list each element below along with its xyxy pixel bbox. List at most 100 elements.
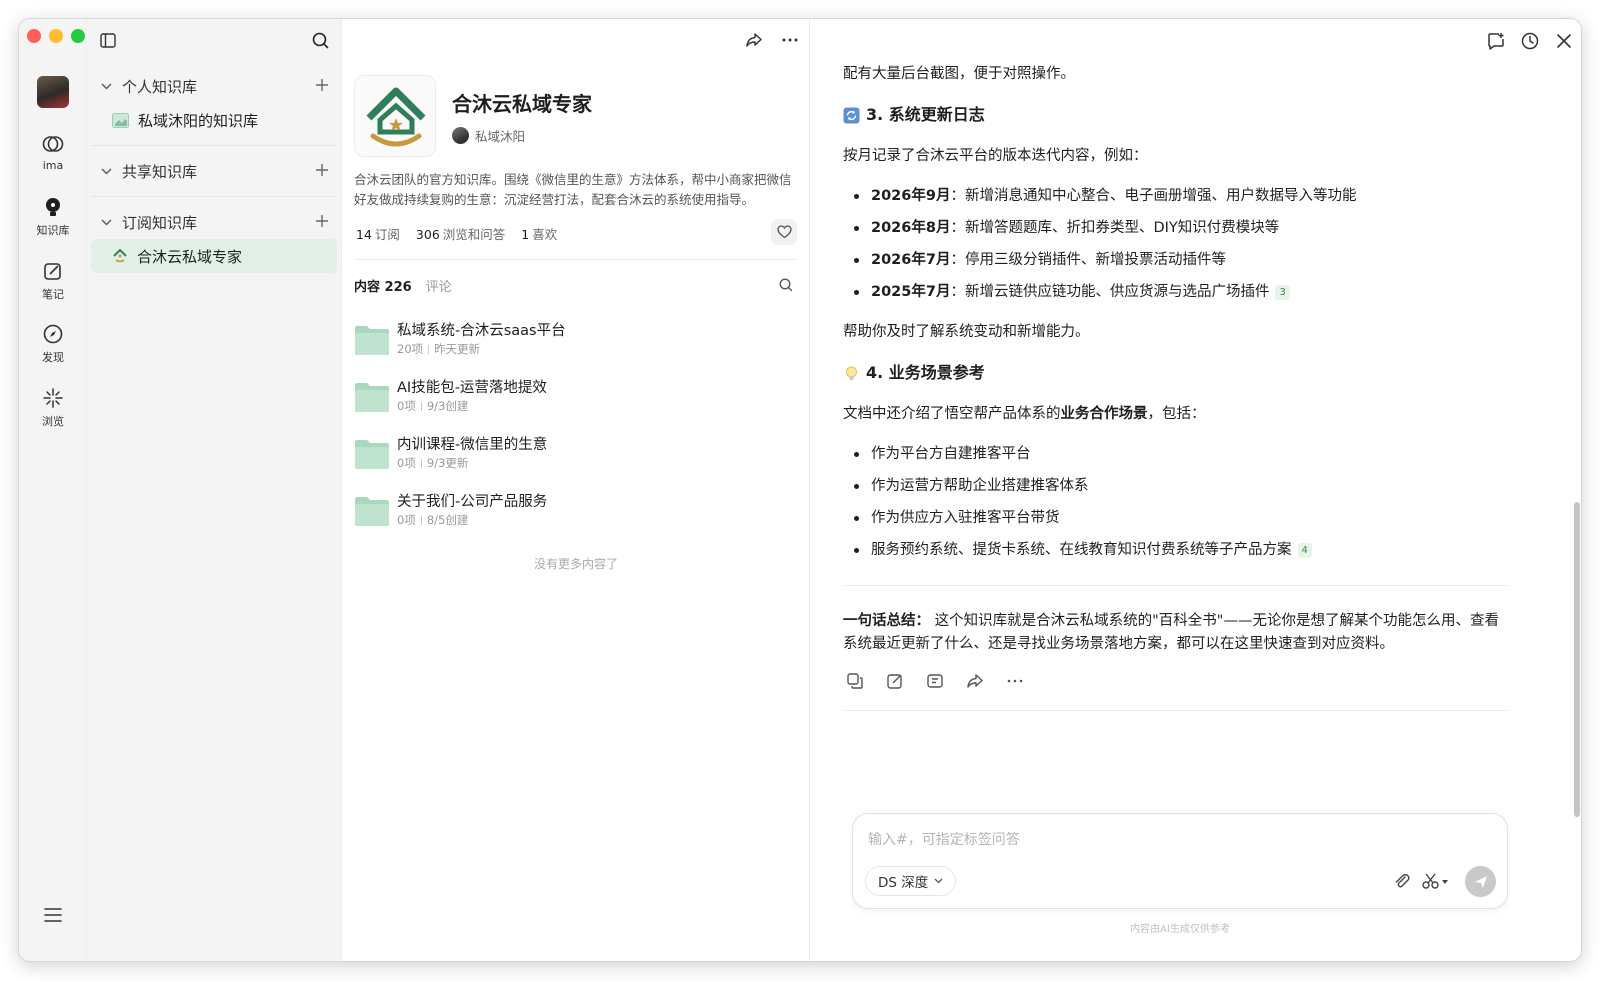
section-shared[interactable]: 共享知识库	[87, 154, 341, 188]
rail-label: 发现	[42, 351, 64, 364]
share-icon	[967, 674, 983, 688]
app-window: ima 知识库 笔记 发现 浏览 个人知识库 私域沐阳的知识库 共享知识库 订阅…	[18, 18, 1582, 962]
sparkle-icon	[43, 388, 63, 408]
owner-avatar	[452, 127, 469, 144]
rail-item-ima[interactable]: ima	[19, 133, 87, 172]
more-dots-icon	[782, 38, 798, 42]
like-button[interactable]	[771, 219, 797, 245]
more-actions-button[interactable]	[1006, 673, 1024, 693]
note-edit-icon	[887, 674, 902, 689]
sidebar-search-button[interactable]	[312, 32, 329, 53]
kb-logo	[354, 75, 436, 157]
list-item: 服务预约系统、提货卡系统、在线教育知识付费系统等子产品方案 4	[843, 539, 1508, 561]
list-item: 2026年8月：新增答题题库、折扣券类型、DIY知识付费模块等	[843, 217, 1508, 239]
divider	[843, 710, 1508, 711]
chevron-down-icon	[101, 168, 112, 174]
scrollbar[interactable]	[1574, 502, 1580, 817]
chevron-down-icon	[101, 219, 112, 225]
rail-item-knowledge[interactable]: 知识库	[19, 196, 87, 238]
add-icon[interactable]	[315, 78, 329, 92]
add-icon[interactable]	[315, 163, 329, 177]
answer-actions	[843, 672, 1508, 694]
content-search-button[interactable]	[779, 277, 793, 296]
sidebar-item-subscribed-kb[interactable]: 合沐云私域专家	[91, 239, 337, 273]
section-label: 个人知识库	[122, 77, 198, 96]
folder-icon	[355, 383, 389, 412]
close-icon	[1557, 34, 1571, 48]
rail-item-notes[interactable]: 笔记	[19, 260, 87, 302]
rail-label: 笔记	[42, 288, 64, 301]
send-icon	[1474, 875, 1487, 888]
folder-icon	[355, 326, 389, 355]
kb-detail-panel: 合沐云私域专家 私域沐阳 合沐云团队的官方知识库。围绕《微信里的生意》方法体系，…	[342, 19, 810, 961]
folder-name: 私域系统-合沐云saas平台	[397, 323, 566, 339]
send-button[interactable]	[1465, 866, 1496, 897]
list-item: 2026年9月：新增消息通知中心整合、电子画册增强、用户数据导入等功能	[843, 185, 1508, 207]
copy-button[interactable]	[846, 672, 864, 694]
history-button[interactable]	[1521, 32, 1539, 54]
hamburger-icon	[44, 908, 62, 922]
sidebar-toggle-button[interactable]	[100, 33, 116, 52]
copy-icon	[847, 673, 863, 689]
knowledge-sidebar: 个人知识库 私域沐阳的知识库 共享知识库 订阅知识库 合沐云私域专家	[87, 19, 342, 961]
user-avatar[interactable]	[37, 76, 69, 108]
share-button[interactable]	[745, 32, 763, 52]
section-personal[interactable]: 个人知识库	[87, 69, 341, 103]
rail-label: ima	[42, 159, 64, 172]
folder-meta: 20项 昨天更新	[397, 342, 481, 356]
kb-owner[interactable]: 私域沐阳	[452, 126, 525, 145]
update-log-list: 2026年9月：新增消息通知中心整合、电子画册增强、用户数据导入等功能 2026…	[843, 185, 1508, 303]
section-subscribed[interactable]: 订阅知识库	[87, 205, 341, 239]
rail-label: 浏览	[42, 415, 64, 428]
rail-item-browse[interactable]: 浏览	[19, 387, 87, 429]
hemuyun-logo-icon	[366, 87, 426, 147]
tools-button[interactable]	[1421, 872, 1451, 894]
citation-badge[interactable]: 4	[1297, 543, 1312, 558]
model-selector[interactable]: DS 深度	[865, 866, 957, 896]
search-icon	[312, 32, 329, 49]
add-to-kb-icon	[927, 674, 943, 688]
folder-item[interactable]: 内训课程-微信里的生意 0项 9/3更新	[354, 433, 794, 477]
save-note-button[interactable]	[886, 672, 904, 694]
close-window-button[interactable]	[27, 29, 41, 43]
rail-item-discover[interactable]: 发现	[19, 323, 87, 365]
share-answer-button[interactable]	[966, 673, 984, 693]
share-icon	[746, 33, 762, 47]
citation-badge[interactable]: 3	[1275, 285, 1290, 300]
more-button[interactable]	[781, 32, 799, 52]
list-item: 作为供应方入驻推客平台带货	[843, 507, 1508, 529]
paperclip-icon	[1395, 873, 1410, 888]
chat-input[interactable]: 输入#，可指定标签问答	[868, 829, 1020, 849]
chat-input-box[interactable]: 输入#，可指定标签问答 DS 深度	[852, 813, 1508, 909]
sidebar-item-personal-kb[interactable]: 私域沐阳的知识库	[91, 103, 337, 137]
section-heading-4: 4. 业务场景参考	[843, 361, 1508, 385]
list-item: 2025年7月：新增云链供应链功能、供应货源与选品广场插件 3	[843, 281, 1508, 303]
tab-comments[interactable]: 评论	[426, 276, 452, 295]
add-to-kb-button[interactable]	[926, 672, 944, 694]
new-chat-icon	[1488, 33, 1504, 50]
search-icon	[779, 278, 793, 292]
answer-intro: 配有大量后台截图，便于对照操作。	[843, 66, 1075, 82]
ai-disclaimer: 内容由AI生成仅供参考	[1130, 924, 1230, 935]
folder-item[interactable]: AI技能包-运营落地提效 0项 9/3创建	[354, 376, 794, 420]
minimize-window-button[interactable]	[49, 29, 63, 43]
lightbulb-emoji-icon	[846, 366, 857, 380]
sidebar-item-label: 私域沐阳的知识库	[138, 111, 259, 130]
more-dots-icon	[1007, 679, 1023, 683]
new-chat-button[interactable]	[1487, 32, 1505, 54]
folder-item[interactable]: 关于我们-公司产品服务 0项 8/5创建	[354, 490, 794, 534]
folder-item[interactable]: 私域系统-合沐云saas平台 20项 昨天更新	[354, 319, 794, 363]
maximize-window-button[interactable]	[71, 29, 85, 43]
no-more-content: 没有更多内容了	[533, 557, 618, 571]
menu-button[interactable]	[43, 907, 63, 927]
close-panel-button[interactable]	[1555, 32, 1573, 54]
attach-button[interactable]	[1393, 872, 1411, 894]
list-item: 2026年7月：停用三级分销插件、新增投票活动插件等	[843, 249, 1508, 271]
kb-stats: 14 订阅 306 浏览和问答 1 喜欢	[356, 224, 557, 243]
sidebar-toggle-icon	[100, 33, 116, 48]
add-icon[interactable]	[315, 214, 329, 228]
folder-meta: 0项 9/3创建	[397, 399, 469, 413]
compass-icon	[43, 324, 63, 344]
folder-icon	[355, 497, 389, 526]
tab-content[interactable]: 内容 226	[354, 276, 412, 295]
